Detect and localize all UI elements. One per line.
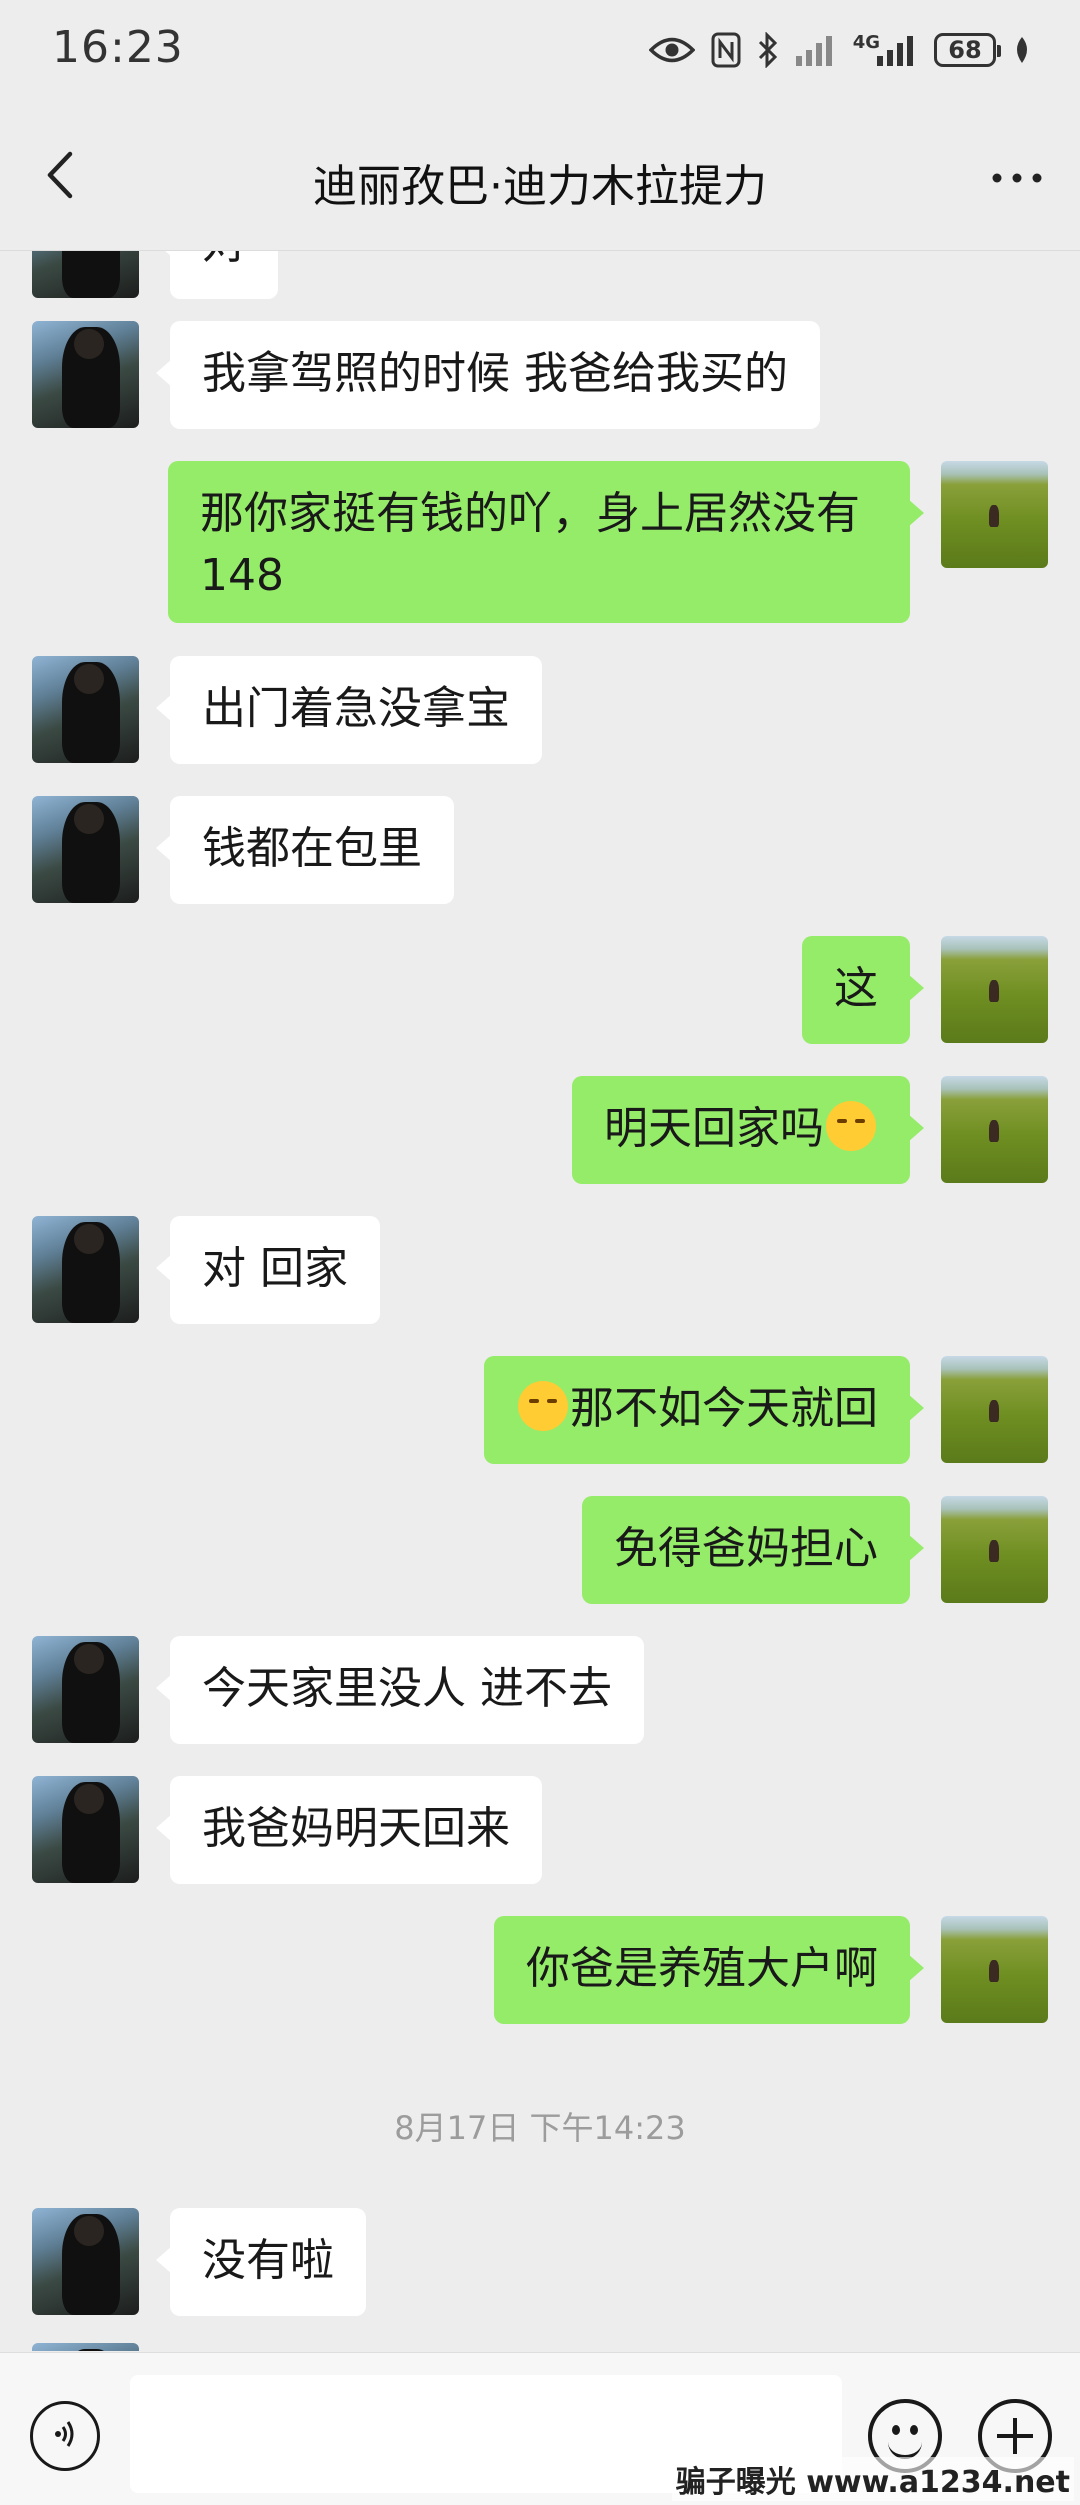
battery-icon: 68 bbox=[934, 33, 1001, 67]
voice-icon bbox=[48, 2417, 82, 2455]
status-icons: 4G 68 bbox=[648, 28, 1032, 72]
message-bubble[interactable]: 免得爸妈担心 bbox=[582, 1496, 924, 1604]
friend-avatar[interactable] bbox=[32, 1216, 139, 1323]
message-bubble[interactable]: 我拿驾照的时候 我爸给我买的 bbox=[156, 321, 820, 429]
message-bubble[interactable]: 那不如今天就回 bbox=[484, 1356, 924, 1464]
chat-area[interactable]: 对 我拿驾照的时候 我爸给我买的 那你家挺有钱的吖，身上居然没有148 出门着急… bbox=[0, 251, 1080, 2351]
chat-header: 迪丽孜巴·迪力木拉提力 bbox=[0, 105, 1080, 251]
status-bar: 16:23 4G 68 bbox=[0, 0, 1080, 105]
signal-4g-icon: 4G bbox=[852, 31, 918, 66]
voice-button[interactable] bbox=[30, 2401, 100, 2471]
signal-icon bbox=[795, 34, 837, 66]
chat-timestamp: 8月17日 下午14:23 bbox=[394, 2109, 686, 2147]
friend-avatar[interactable] bbox=[32, 656, 139, 763]
message-bubble[interactable]: 那你家挺有钱的吖，身上居然没有148 bbox=[168, 461, 924, 623]
battery-level: 68 bbox=[948, 36, 982, 64]
nfc-icon bbox=[711, 32, 741, 68]
network-label: 4G bbox=[852, 31, 880, 53]
message-bubble[interactable]: 今天家里没人 进不去 bbox=[156, 1636, 644, 1744]
crying-laughing-emoji bbox=[518, 1381, 568, 1431]
my-avatar[interactable] bbox=[941, 461, 1048, 568]
message-bubble[interactable]: 钱都在包里 bbox=[156, 796, 454, 904]
eye-icon bbox=[648, 35, 695, 65]
friend-avatar[interactable] bbox=[32, 1776, 139, 1883]
chat-title: 迪丽孜巴·迪力木拉提力 bbox=[313, 161, 767, 212]
my-avatar[interactable] bbox=[941, 1356, 1048, 1463]
leaf-icon bbox=[1012, 35, 1032, 65]
message-text: 明天回家吗 bbox=[604, 1103, 824, 1154]
message-bubble[interactable]: 对 回家 bbox=[156, 1216, 380, 1324]
chevron-left-icon bbox=[45, 150, 75, 204]
friend-avatar[interactable] bbox=[32, 321, 139, 428]
input-bar: 骗子曝光 www.a1234.net bbox=[0, 2352, 1080, 2505]
my-avatar[interactable] bbox=[941, 936, 1048, 1043]
status-time: 16:23 bbox=[52, 22, 184, 73]
message-bubble[interactable]: 没有啦 bbox=[156, 2208, 366, 2316]
message-bubble[interactable]: 出门着急没拿宝 bbox=[156, 656, 542, 764]
back-button[interactable] bbox=[30, 147, 90, 207]
message-bubble[interactable]: 明天回家吗 bbox=[572, 1076, 924, 1184]
friend-avatar[interactable] bbox=[32, 796, 139, 903]
more-button[interactable] bbox=[982, 153, 1052, 203]
message-bubble[interactable]: 对 bbox=[156, 251, 278, 299]
message-bubble[interactable]: 这 bbox=[802, 936, 924, 1044]
kissing-face-emoji bbox=[826, 1101, 876, 1151]
friend-avatar[interactable] bbox=[32, 1636, 139, 1743]
watermark: 骗子曝光 www.a1234.net bbox=[671, 2457, 1074, 2501]
friend-avatar[interactable] bbox=[32, 2208, 139, 2315]
my-avatar[interactable] bbox=[941, 1916, 1048, 2023]
message-bubble[interactable]: 我爸妈明天回来 bbox=[156, 1776, 542, 1884]
friend-avatar[interactable] bbox=[32, 251, 139, 298]
my-avatar[interactable] bbox=[941, 1496, 1048, 1603]
bluetooth-icon bbox=[757, 32, 779, 68]
friend-avatar[interactable] bbox=[32, 2343, 139, 2351]
more-dots-icon bbox=[991, 169, 1043, 188]
message-text: 那不如今天就回 bbox=[570, 1383, 878, 1434]
my-avatar[interactable] bbox=[941, 1076, 1048, 1183]
message-bubble[interactable]: 你爸是养殖大户啊 bbox=[494, 1916, 924, 2024]
